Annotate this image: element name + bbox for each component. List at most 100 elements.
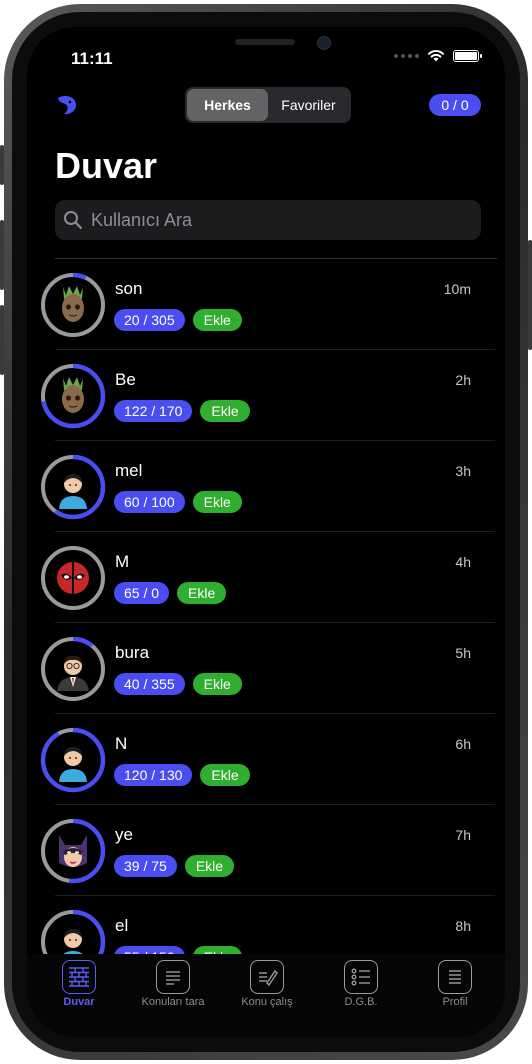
tab-icon-box xyxy=(156,960,190,994)
tab-label: Profil xyxy=(442,996,468,1008)
groot-icon xyxy=(62,377,84,413)
tab-label: Konu çalış xyxy=(241,996,293,1008)
user-badges: 120 / 130 Ekle xyxy=(114,764,250,786)
person-icon xyxy=(59,747,87,782)
user-badges: 60 / 100 Ekle xyxy=(114,491,242,513)
user-badges: 20 / 305 Ekle xyxy=(114,309,242,331)
battery-icon xyxy=(453,49,482,62)
user-row[interactable]: N 6h 120 / 130 Ekle xyxy=(27,714,505,805)
score-badge: 122 / 170 xyxy=(114,400,193,422)
tab-label: D.G.B. xyxy=(344,996,378,1008)
segment-herkes[interactable]: Herkes xyxy=(187,89,268,121)
volume-up-button xyxy=(0,220,4,290)
catwoman-icon xyxy=(59,835,87,867)
user-badges: 55 / 150 Ekle xyxy=(114,946,242,954)
groot-icon xyxy=(62,286,84,322)
add-friend-button[interactable]: Ekle xyxy=(192,946,242,954)
user-name: bura xyxy=(115,643,150,662)
user-name: N xyxy=(115,734,128,753)
tab-bar: Duvar Konuları tara Konu çalış D.G.B. Profil xyxy=(27,954,505,1037)
volume-down-button xyxy=(0,305,4,375)
status-time: 11:11 xyxy=(71,49,113,68)
cellular-signal-icon xyxy=(394,53,419,58)
tab-edit-document[interactable]: Konu çalış xyxy=(221,960,313,1008)
post-time: 8h xyxy=(455,918,471,934)
user-row[interactable]: mel 3h 60 / 100 Ekle xyxy=(27,441,505,532)
tab-profile-list[interactable]: Profil xyxy=(409,960,501,1008)
mute-switch xyxy=(0,145,4,185)
page-title: Duvar xyxy=(55,145,158,186)
notch xyxy=(141,27,391,57)
score-badge: 20 / 305 xyxy=(114,309,185,331)
add-friend-button[interactable]: Ekle xyxy=(200,764,250,786)
user-badges: 39 / 75 Ekle xyxy=(114,855,235,877)
tab-document-lines[interactable]: Konuları tara xyxy=(127,960,219,1008)
tab-icon-box xyxy=(250,960,284,994)
post-time: 7h xyxy=(455,827,471,843)
document-lines-icon xyxy=(166,971,180,985)
person-icon xyxy=(59,474,87,509)
brick-wall-icon xyxy=(69,967,89,987)
businessman-icon xyxy=(57,655,89,691)
wifi-icon xyxy=(428,49,444,62)
tab-brick-wall[interactable]: Duvar xyxy=(33,960,125,1008)
user-row[interactable]: el 8h 55 / 150 Ekle xyxy=(27,896,505,954)
tab-checklist[interactable]: D.G.B. xyxy=(315,960,407,1008)
post-time: 6h xyxy=(455,736,471,752)
user-name: M xyxy=(115,552,130,571)
checklist-icon xyxy=(351,968,370,986)
user-row[interactable]: bura 5h 40 / 355 Ekle xyxy=(27,623,505,714)
segment-favoriler[interactable]: Favoriler xyxy=(268,89,349,121)
post-time: 2h xyxy=(455,372,471,388)
user-badges: 122 / 170 Ekle xyxy=(114,400,250,422)
score-badge: 65 / 0 xyxy=(114,582,170,604)
user-row[interactable]: Be 2h 122 / 170 Ekle xyxy=(27,350,505,441)
add-friend-button[interactable]: Ekle xyxy=(184,855,235,877)
tab-icon-box xyxy=(344,960,378,994)
screen: 11:11 Herkes Favoriler 0 / 0 Duvar son 10… xyxy=(27,27,505,1037)
score-badge: 55 / 150 xyxy=(114,946,185,954)
power-button xyxy=(528,240,532,350)
app-logo-icon[interactable] xyxy=(55,93,79,117)
search-input[interactable] xyxy=(89,208,453,232)
add-friend-button[interactable]: Ekle xyxy=(192,491,242,513)
user-name: el xyxy=(115,916,129,935)
score-badge: 60 / 100 xyxy=(114,491,185,513)
status-icons xyxy=(394,49,482,62)
deadpool-icon xyxy=(57,562,89,594)
post-time: 3h xyxy=(455,463,471,479)
user-name: Be xyxy=(115,370,136,389)
user-name: ye xyxy=(115,825,133,844)
add-friend-button[interactable]: Ekle xyxy=(200,400,250,422)
add-friend-button[interactable]: Ekle xyxy=(192,673,242,695)
user-badges: 65 / 0 Ekle xyxy=(114,582,227,604)
user-name: mel xyxy=(115,461,143,480)
profile-list-icon xyxy=(449,970,461,984)
tab-label: Duvar xyxy=(63,996,95,1008)
user-list: son 10m 20 / 305 Ekle Be 2h 122 / 170 Ekle mel 3h… xyxy=(27,259,505,954)
tab-icon-box xyxy=(62,960,96,994)
front-camera xyxy=(317,36,331,50)
score-badge: 120 / 130 xyxy=(114,764,193,786)
search-icon xyxy=(64,211,82,229)
user-row[interactable]: son 10m 20 / 305 Ekle xyxy=(27,259,505,350)
post-time: 10m xyxy=(443,281,471,297)
user-badges: 40 / 355 Ekle xyxy=(114,673,242,695)
user-row[interactable]: ye 7h 39 / 75 Ekle xyxy=(27,805,505,896)
user-name: son xyxy=(115,279,143,298)
counter-badge[interactable]: 0 / 0 xyxy=(429,94,481,116)
tab-label: Konuları tara xyxy=(141,996,205,1008)
feed-segmented-control: Herkes Favoriler xyxy=(185,87,351,123)
post-time: 5h xyxy=(455,645,471,661)
speaker-grille xyxy=(235,39,295,45)
person-icon xyxy=(63,929,83,954)
add-friend-button[interactable]: Ekle xyxy=(177,582,227,604)
add-friend-button[interactable]: Ekle xyxy=(192,309,242,331)
post-time: 4h xyxy=(455,554,471,570)
tab-icon-box xyxy=(438,960,472,994)
score-badge: 39 / 75 xyxy=(114,855,177,877)
search-bar[interactable] xyxy=(55,200,481,240)
edit-document-icon xyxy=(259,969,278,987)
score-badge: 40 / 355 xyxy=(114,673,185,695)
user-row[interactable]: M 4h 65 / 0 Ekle xyxy=(27,532,505,623)
